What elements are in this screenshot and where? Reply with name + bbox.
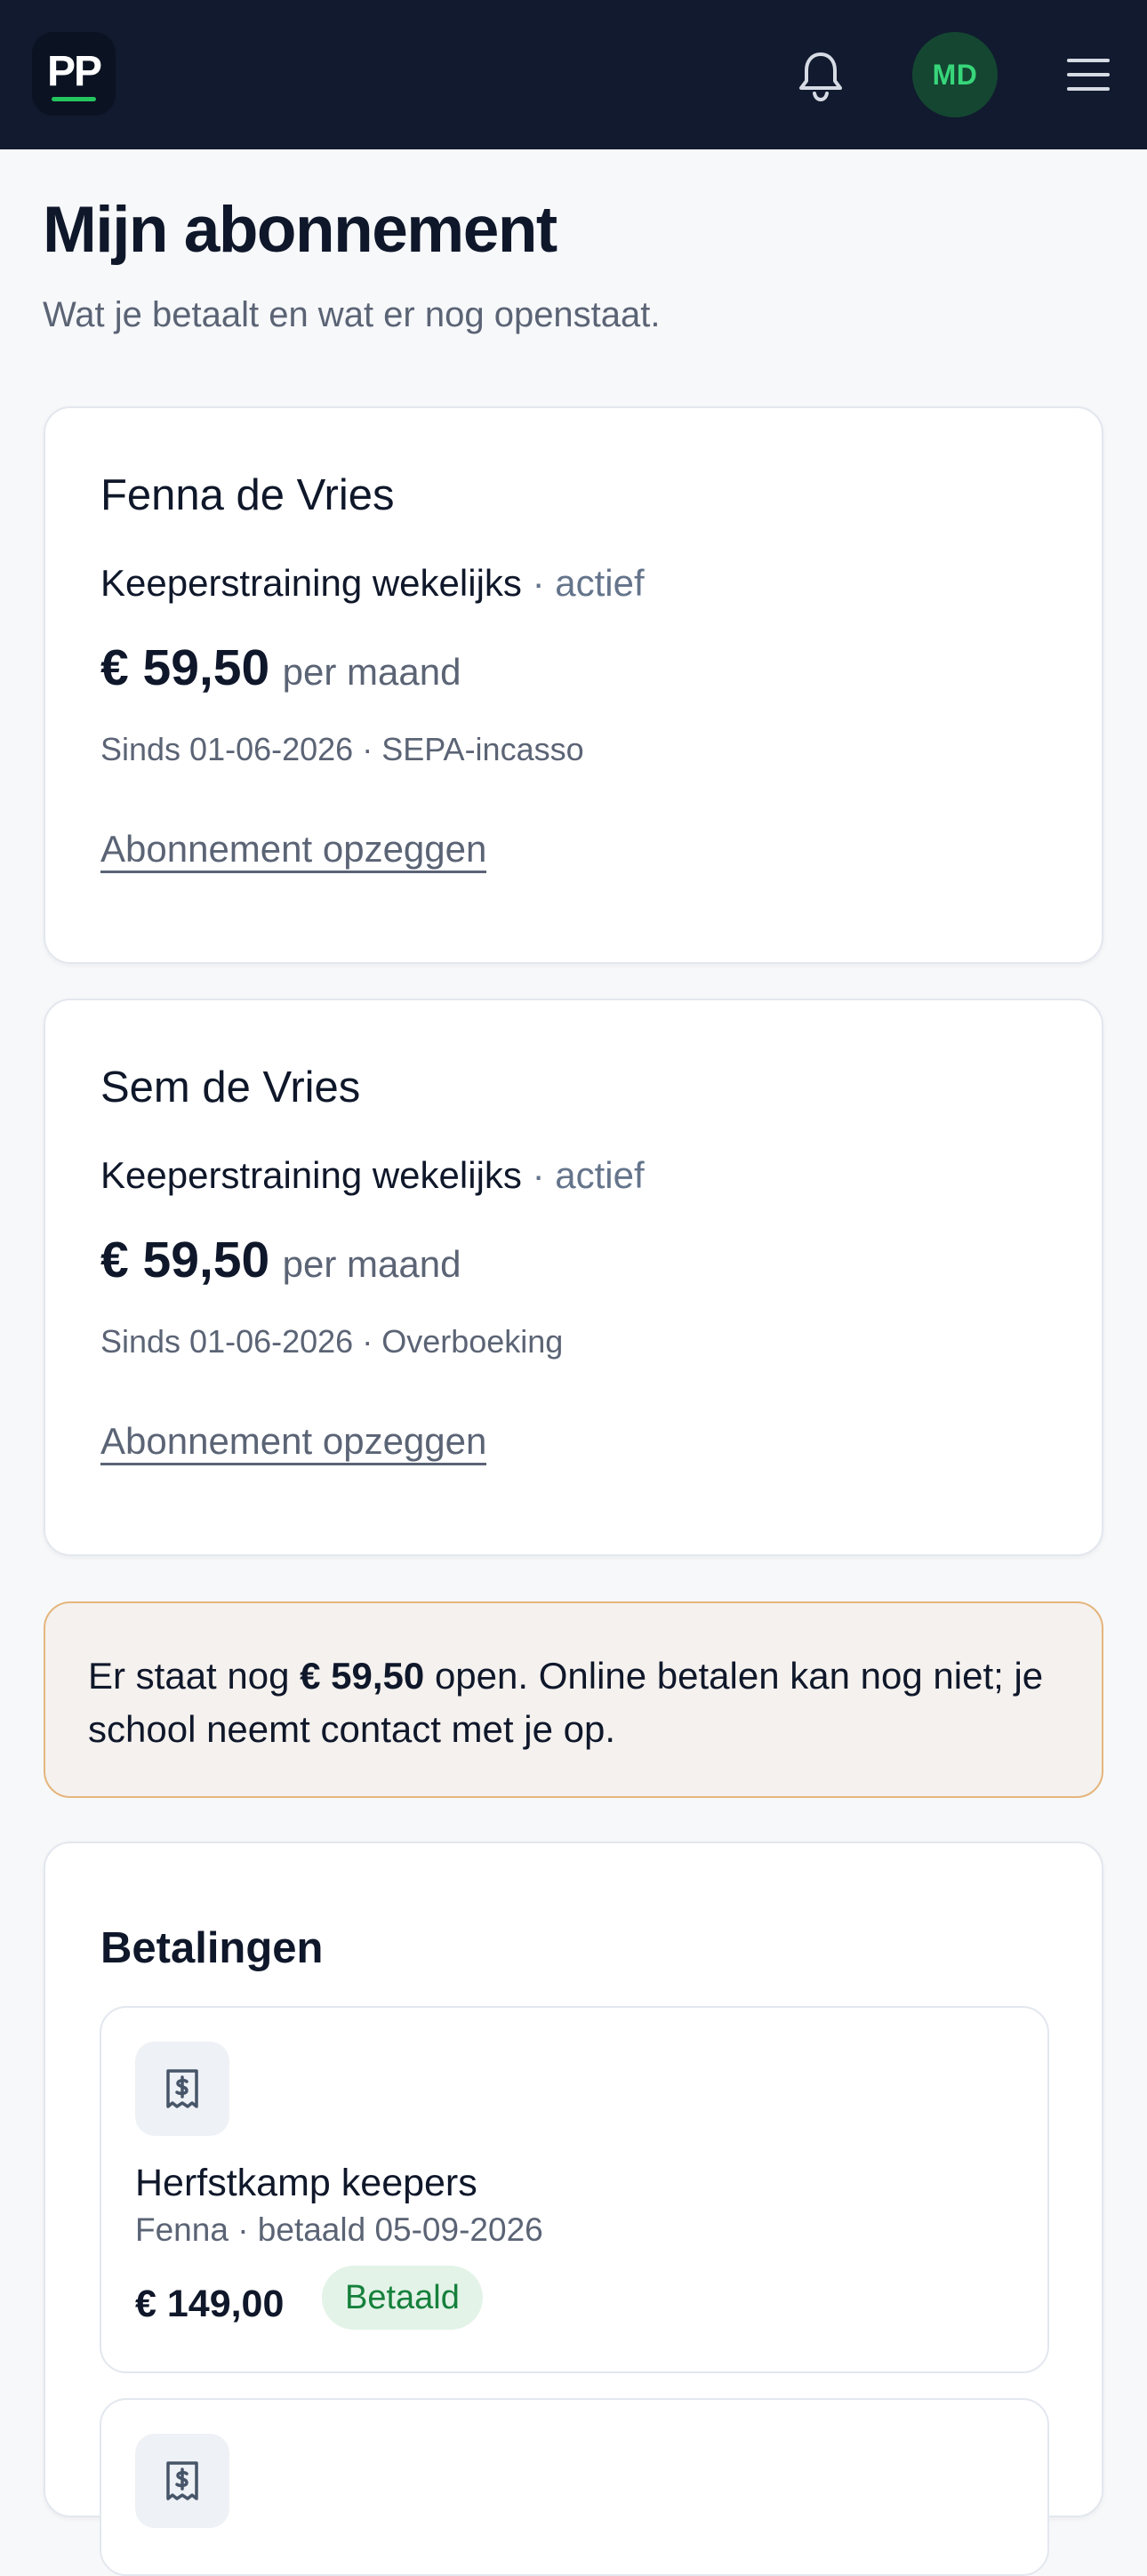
receipt-icon [135,2434,229,2528]
bell-icon[interactable] [791,46,850,105]
logo-text: PP [46,47,102,95]
page-subtitle: Wat je betaalt en wat er nog openstaat. [43,295,661,334]
cancel-subscription-link[interactable]: Abonnement opzeggen [100,1420,487,1466]
payments-title: Betalingen [100,1924,324,1972]
avatar-initials: MD [932,58,978,91]
price-period: per maand [282,1243,461,1285]
separator: · [532,562,545,604]
subscription-price: € 59,50 per maand [100,1230,461,1290]
separator: · [532,1154,545,1196]
hamburger-menu-icon[interactable] [1063,52,1113,98]
top-navigation-bar: PP MD [0,0,1147,149]
payment-amount: € 149,00 [135,2283,285,2325]
plan-name: Keeperstraining wekelijks [100,1154,522,1196]
page-title: Mijn abonnement [43,194,557,266]
price-period: per maand [282,651,461,693]
member-name: Sem de Vries [100,1063,361,1111]
payment-item[interactable] [100,2398,1049,2576]
price-amount: € 59,50 [100,1232,270,1288]
plan-name: Keeperstraining wekelijks [100,562,522,604]
outstanding-balance-notice: Er staat nog € 59,50 open. Online betale… [44,1601,1103,1798]
subscription-meta: Sinds 01-06-2026 · Overboeking [100,1323,564,1360]
subscription-plan: Keeperstraining wekelijks · actief [100,561,645,606]
subscription-status: actief [555,562,645,604]
payment-title: Herfstkamp keepers [135,2162,477,2204]
payments-card: Betalingen Herfstkamp keepers Fenna · be… [44,1842,1103,2576]
cancel-subscription-link[interactable]: Abonnement opzeggen [100,828,487,874]
subscription-status: actief [555,1154,645,1196]
avatar[interactable]: MD [912,32,998,117]
status-badge: Betaald [322,2266,483,2330]
logo-underline [52,96,96,101]
member-name: Fenna de Vries [100,471,395,519]
subscription-plan: Keeperstraining wekelijks · actief [100,1153,645,1198]
notice-amount: € 59,50 [300,1655,425,1697]
notice-prefix: Er staat nog [88,1655,290,1697]
subscription-card: Fenna de Vries Keeperstraining wekelijks… [44,406,1103,964]
payment-item[interactable]: Herfstkamp keepers Fenna · betaald 05-09… [100,2006,1049,2373]
subscription-card: Sem de Vries Keeperstraining wekelijks ·… [44,999,1103,1556]
app-logo[interactable]: PP [32,32,116,116]
payment-subtitle: Fenna · betaald 05-09-2026 [135,2211,543,2248]
receipt-icon [135,2042,229,2136]
subscription-meta: Sinds 01-06-2026 · SEPA-incasso [100,731,584,767]
price-amount: € 59,50 [100,639,270,696]
subscription-price: € 59,50 per maand [100,638,461,698]
